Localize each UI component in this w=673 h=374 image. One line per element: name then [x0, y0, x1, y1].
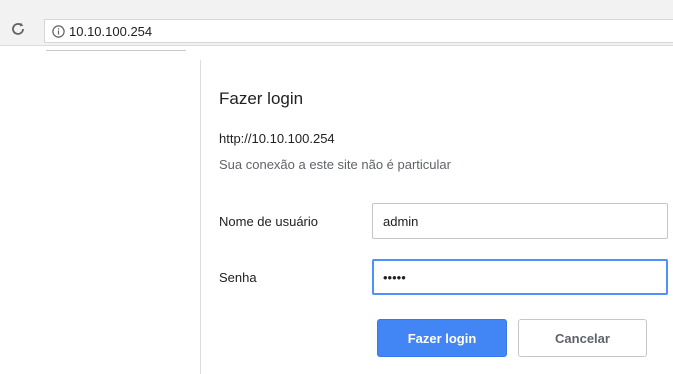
dialog-left-border: [200, 60, 201, 374]
reload-icon-graphic: [12, 22, 24, 35]
password-label: Senha: [219, 270, 257, 285]
dialog-origin: http://10.10.100.254: [219, 131, 335, 146]
page-edge-line: [46, 50, 186, 51]
username-label: Nome de usuário: [219, 214, 318, 229]
cancel-button[interactable]: Cancelar: [518, 319, 647, 357]
login-button[interactable]: Fazer login: [377, 319, 507, 357]
address-bar[interactable]: 10.10.100.254: [44, 19, 673, 43]
info-icon[interactable]: [51, 24, 65, 38]
password-input[interactable]: [372, 259, 668, 295]
dialog-title: Fazer login: [219, 89, 304, 108]
address-text: 10.10.100.254: [69, 23, 153, 39]
username-input[interactable]: [372, 203, 668, 239]
reload-icon[interactable]: [9, 20, 27, 38]
browser-toolbar: 10.10.100.254: [0, 0, 673, 46]
info-icon-graphic: [51, 24, 65, 38]
privacy-warning: Sua conexão a este site não é particular: [219, 157, 451, 172]
